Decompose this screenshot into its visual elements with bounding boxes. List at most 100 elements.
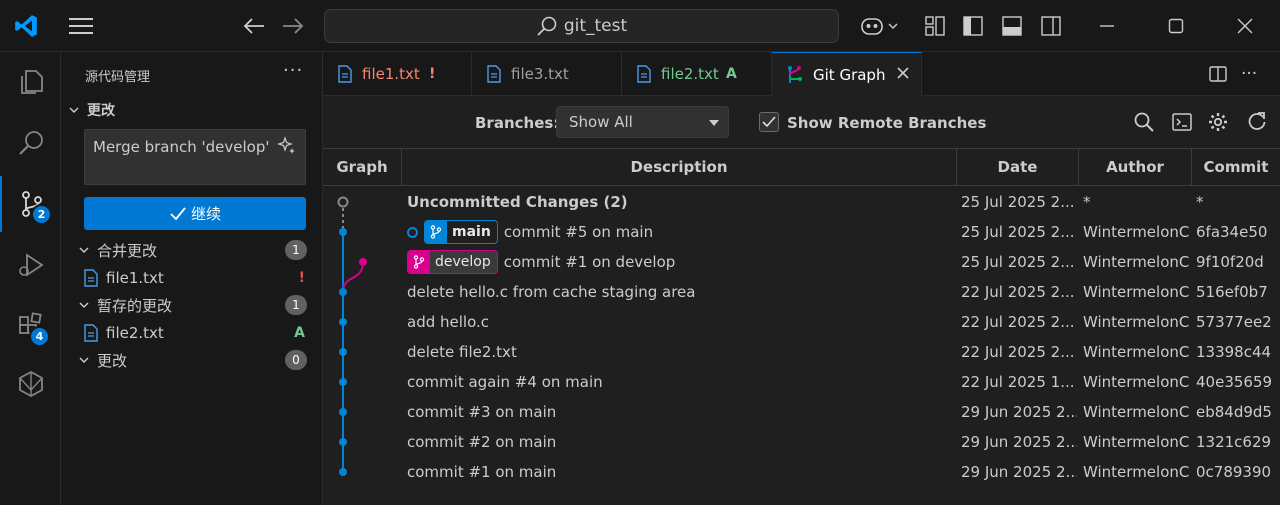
- branches-select-value: Show All: [569, 113, 633, 131]
- branch-name: develop: [430, 251, 497, 273]
- file-item-file1[interactable]: file1.txt !: [61, 265, 323, 291]
- search-icon: [537, 16, 557, 36]
- command-center-text: git_test: [563, 16, 628, 36]
- chevron-down-icon: [73, 244, 95, 256]
- run-debug-icon[interactable]: [0, 237, 61, 293]
- column-description[interactable]: Description: [402, 149, 957, 185]
- branches-select[interactable]: Show All: [556, 106, 729, 138]
- file-icon: [83, 269, 99, 287]
- table-row[interactable]: delete hello.c from cache staging area 22…: [323, 277, 1280, 307]
- table-row[interactable]: commit #1 on main 29 Jun 2025 2... Winterm…: [323, 457, 1280, 487]
- close-window-icon[interactable]: [1230, 0, 1260, 52]
- file-icon: [636, 65, 652, 83]
- row-description: Uncommitted Changes (2): [407, 187, 955, 217]
- column-author[interactable]: Author: [1079, 149, 1192, 185]
- git-graph-activity-icon[interactable]: [0, 356, 61, 412]
- tab-git-graph[interactable]: Git Graph: [772, 52, 922, 97]
- maximize-icon[interactable]: [1161, 0, 1191, 52]
- row-author: WintermelonC: [1083, 373, 1189, 391]
- column-commit[interactable]: Commit: [1192, 149, 1280, 185]
- settings-gear-icon[interactable]: [1206, 110, 1230, 134]
- extensions-icon[interactable]: 4: [0, 298, 61, 354]
- table-row[interactable]: commit #3 on main 29 Jun 2025 2... Winterm…: [323, 397, 1280, 427]
- tab-file3[interactable]: file3.txt: [472, 52, 622, 96]
- toggle-primary-sidebar-icon[interactable]: [960, 0, 986, 52]
- tab-label: file2.txt: [661, 65, 719, 83]
- tab-file1[interactable]: file1.txt !: [323, 52, 472, 96]
- commit-message-input[interactable]: Merge branch 'develop': [84, 129, 306, 185]
- source-control-icon[interactable]: 2: [0, 176, 61, 232]
- branch-label-main[interactable]: main: [424, 220, 498, 244]
- tab-label: Git Graph: [813, 66, 886, 84]
- minimize-icon[interactable]: [1092, 0, 1122, 52]
- tab-file2[interactable]: file2.txt A: [622, 52, 772, 96]
- split-editor-icon[interactable]: [1208, 52, 1228, 96]
- show-remote-checkbox[interactable]: [759, 112, 779, 132]
- head-indicator-icon: [407, 226, 418, 238]
- git-graph-toolbar: Branches: Show All Show Remote Branches: [323, 96, 1280, 148]
- row-commit-hash: eb84d9d5: [1196, 403, 1272, 421]
- find-icon[interactable]: [1132, 110, 1156, 134]
- row-date: 22 Jul 2025 2...: [961, 313, 1075, 331]
- table-row[interactable]: delete file2.txt 22 Jul 2025 2... Winterme…: [323, 337, 1280, 367]
- check-icon: [762, 116, 776, 128]
- row-date: 22 Jul 2025 2...: [961, 283, 1075, 301]
- file-name: file1.txt: [106, 269, 164, 287]
- branch-icon: [425, 221, 447, 243]
- table-row[interactable]: add hello.c 22 Jul 2025 2... WintermelonC 5…: [323, 307, 1280, 337]
- sidebar-title: 源代码管理: [85, 70, 151, 85]
- row-commit-hash: 6fa34e50: [1196, 223, 1268, 241]
- forward-arrow-icon[interactable]: [279, 0, 307, 52]
- table-row[interactable]: commit #2 on main 29 Jun 2025 2... Winterm…: [323, 427, 1280, 457]
- commit-message: delete file2.txt: [407, 343, 517, 361]
- column-date[interactable]: Date: [957, 149, 1079, 185]
- branch-name: main: [447, 221, 497, 243]
- source-control-sidebar: 源代码管理 ··· 更改 Merge branch 'develop' 继续 合…: [61, 52, 323, 505]
- editor-more-actions-icon[interactable]: ···: [1241, 52, 1257, 96]
- chevron-down-icon: [73, 354, 95, 366]
- explorer-icon[interactable]: [0, 54, 61, 110]
- commit-message: commit #2 on main: [407, 433, 557, 451]
- commit-button[interactable]: 继续: [84, 197, 306, 230]
- table-row[interactable]: develop commit #1 on develop 25 Jul 2025 2…: [323, 247, 1280, 277]
- toggle-secondary-sidebar-icon[interactable]: [1038, 0, 1064, 52]
- branch-icon: [408, 251, 430, 273]
- sparkle-icon[interactable]: [277, 136, 297, 164]
- row-commit-hash: 57377ee2: [1196, 313, 1272, 331]
- row-date: 25 Jul 2025 2...: [961, 253, 1075, 271]
- menu-icon[interactable]: [66, 0, 96, 52]
- file-item-file2[interactable]: file2.txt A: [61, 320, 323, 346]
- file-icon: [486, 65, 502, 83]
- row-author: WintermelonC: [1083, 343, 1189, 361]
- row-date: 29 Jun 2025 2...: [961, 433, 1077, 451]
- row-commit-hash: 40e35659: [1196, 373, 1273, 391]
- column-graph[interactable]: Graph: [323, 149, 402, 185]
- toggle-panel-icon[interactable]: [999, 0, 1025, 52]
- copilot-icon[interactable]: [856, 0, 902, 52]
- table-row[interactable]: commit again #4 on main 22 Jul 2025 1... W…: [323, 367, 1280, 397]
- merge-changes-section[interactable]: 合并更改 1: [61, 237, 323, 263]
- commit-message: commit again #4 on main: [407, 373, 603, 391]
- changes-section[interactable]: 更改 0: [61, 347, 323, 373]
- branch-label-develop[interactable]: develop: [407, 250, 498, 274]
- row-author: WintermelonC: [1083, 253, 1189, 271]
- row-description: commit again #4 on main: [407, 367, 955, 397]
- chevron-down-icon: [63, 104, 85, 116]
- close-tab-icon[interactable]: [896, 66, 910, 84]
- table-row[interactable]: Uncommitted Changes (2) 25 Jul 2025 2... *…: [323, 187, 1280, 217]
- file-status: A: [294, 325, 305, 341]
- changes-repo-header[interactable]: 更改: [61, 97, 323, 123]
- count-badge: 1: [285, 240, 307, 260]
- back-arrow-icon[interactable]: [240, 0, 268, 52]
- command-center-search[interactable]: git_test: [324, 9, 839, 43]
- terminal-icon[interactable]: [1170, 110, 1194, 134]
- refresh-icon[interactable]: [1245, 110, 1269, 134]
- title-bar: git_test: [0, 0, 1280, 52]
- customize-layout-icon[interactable]: [922, 0, 948, 52]
- file-status: !: [298, 270, 305, 286]
- more-actions-icon[interactable]: ···: [283, 60, 303, 81]
- commit-message: commit #5 on main: [503, 223, 654, 241]
- table-row[interactable]: main commit #5 on main 25 Jul 2025 2... Win…: [323, 217, 1280, 247]
- staged-changes-section[interactable]: 暂存的更改 1: [61, 292, 323, 318]
- search-view-icon[interactable]: [0, 115, 61, 171]
